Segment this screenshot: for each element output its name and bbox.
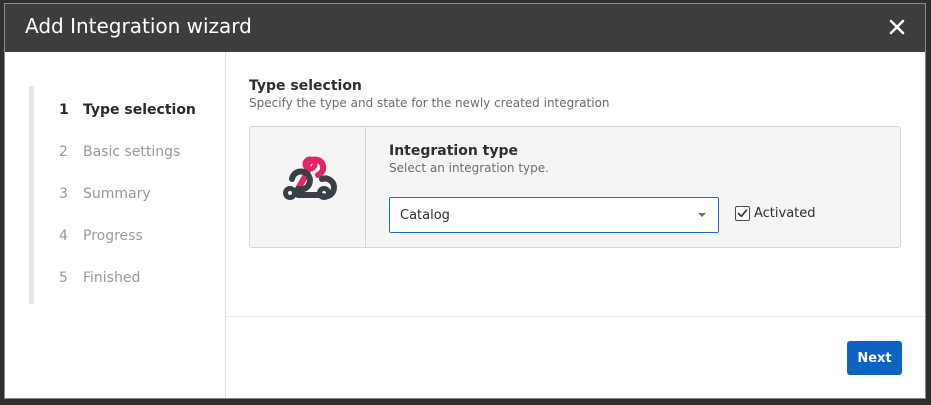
close-icon[interactable] xyxy=(887,17,907,37)
step-finished[interactable]: 5 Finished xyxy=(59,270,140,286)
wizard-footer: Next xyxy=(226,317,925,398)
step-label: Summary xyxy=(83,186,151,202)
next-button[interactable]: Next xyxy=(847,341,902,375)
checkbox-box[interactable] xyxy=(735,206,750,221)
add-integration-dialog: Add Integration wizard 1 Type selection 2… xyxy=(4,3,926,399)
activated-label: Activated xyxy=(754,206,816,221)
steps-progress-rail xyxy=(29,86,34,304)
step-number: 5 xyxy=(59,270,68,286)
checkmark-icon xyxy=(737,209,748,218)
integration-type-select[interactable]: Catalog xyxy=(389,197,719,233)
section-subtitle: Specify the type and state for the newly… xyxy=(249,96,610,110)
integration-type-title: Integration type xyxy=(389,143,519,159)
integration-logo-panel xyxy=(250,127,366,247)
step-number: 4 xyxy=(59,228,68,244)
wizard-content: Type selection Specify the type and stat… xyxy=(226,52,925,317)
dialog-title: Add Integration wizard xyxy=(25,14,252,38)
step-basic-settings[interactable]: 2 Basic settings xyxy=(59,144,180,160)
step-label: Type selection xyxy=(83,102,196,118)
dialog-titlebar: Add Integration wizard xyxy=(5,4,925,52)
integration-type-value: Catalog xyxy=(400,208,450,223)
step-type-selection[interactable]: 1 Type selection xyxy=(59,102,196,118)
step-number: 3 xyxy=(59,186,68,202)
step-label: Progress xyxy=(83,228,143,244)
step-label: Basic settings xyxy=(83,144,181,160)
integration-type-hint: Select an integration type. xyxy=(389,161,549,175)
chevron-down-icon xyxy=(698,213,706,217)
step-number: 2 xyxy=(59,144,68,160)
wizard-steps-sidebar: 1 Type selection 2 Basic settings 3 Summary… xyxy=(5,52,226,398)
integration-type-card: Integration type Select an integration t… xyxy=(249,126,901,248)
section-title: Type selection xyxy=(249,78,362,94)
step-label: Finished xyxy=(83,270,141,286)
step-progress[interactable]: 4 Progress xyxy=(59,228,143,244)
step-number: 1 xyxy=(59,102,69,118)
step-summary[interactable]: 3 Summary xyxy=(59,186,151,202)
